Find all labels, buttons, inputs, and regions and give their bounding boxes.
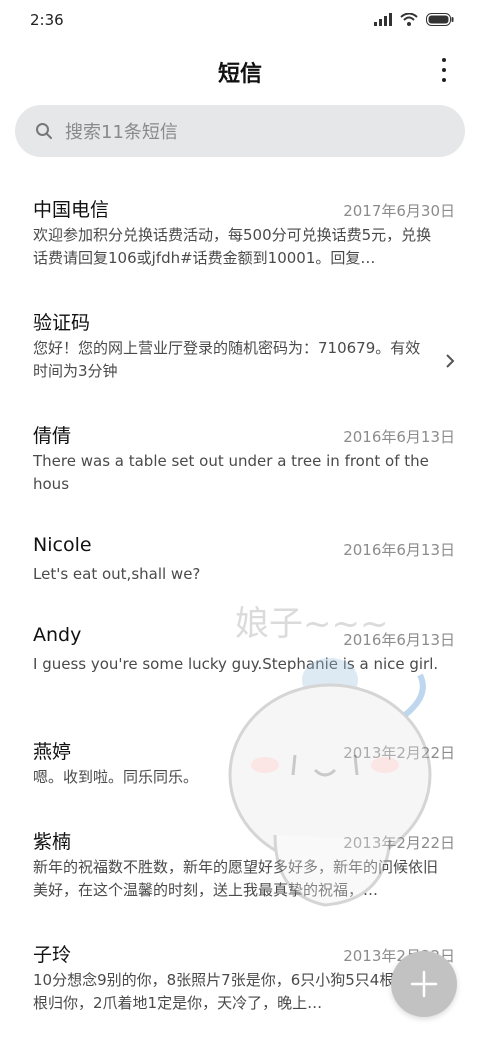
title-bar: 短信	[0, 48, 480, 92]
thread-item[interactable]: Andy 2016年6月13日 I guess you're some luck…	[0, 609, 480, 709]
search-icon	[36, 123, 52, 139]
battery-icon	[426, 13, 454, 26]
thread-preview: There was a table set out under a tree i…	[33, 452, 429, 493]
thread-preview: I guess you're some lucky guy.Stephanie …	[33, 655, 439, 673]
thread-preview: 10分想念9别的你，8张照片7张是你，6只小狗5只4根骨头3根归你，2爪着地1定…	[33, 971, 434, 1012]
thread-sender: 验证码	[33, 312, 91, 334]
thread-item[interactable]: Nicole 2016年6月13日 Let's eat out,shall we…	[0, 519, 480, 619]
plus-icon	[410, 970, 438, 998]
thread-sender: 紫楠	[33, 831, 72, 853]
wifi-icon	[400, 13, 418, 26]
thread-preview: Let's eat out,shall we?	[33, 565, 201, 583]
thread-item[interactable]: 验证码 您好！您的网上营业厅登录的随机密码为：710679。有效时间为3分钟	[0, 293, 480, 393]
thread-item[interactable]: 中国电信 2017年6月30日 欢迎参加积分兑换话费活动，每500分可兑换话费5…	[0, 180, 480, 280]
search-placeholder: 搜索11条短信	[65, 122, 178, 143]
thread-sender: 倩倩	[33, 425, 72, 447]
page-title: 短信	[217, 62, 262, 87]
thread-date: 2013年2月22日	[343, 834, 455, 852]
more-vertical-icon	[442, 58, 446, 62]
signal-icon	[374, 13, 392, 26]
thread-item[interactable]: 倩倩 2016年6月13日 There was a table set out …	[0, 406, 480, 506]
thread-sender: 中国电信	[33, 199, 110, 221]
thread-date: 2013年2月22日	[343, 744, 455, 762]
thread-item[interactable]: 紫楠 2013年2月22日 新年的祝福数不胜数，新年的愿望好多好多，新年的问候依…	[0, 812, 480, 912]
thread-date: 2016年6月13日	[343, 631, 455, 649]
thread-date: 2016年6月13日	[343, 428, 455, 446]
thread-preview: 您好！您的网上营业厅登录的随机密码为：710679。有效时间为3分钟	[33, 339, 421, 380]
thread-sender: Nicole	[33, 534, 92, 556]
thread-sender: 燕婷	[33, 741, 72, 763]
thread-preview: 新年的祝福数不胜数，新年的愿望好多好多，新年的问候依旧美好，在这个温馨的时刻，送…	[33, 858, 439, 899]
thread-item[interactable]: 燕婷 2013年2月22日 嗯。收到啦。同乐同乐。	[0, 722, 480, 822]
thread-preview: 嗯。收到啦。同乐同乐。	[33, 768, 199, 786]
search-bar[interactable]: 搜索11条短信	[15, 105, 465, 157]
thread-date: 2017年6月30日	[343, 202, 455, 220]
thread-sender: Andy	[33, 624, 82, 646]
compose-button[interactable]	[391, 951, 457, 1017]
thread-sender: 子玲	[33, 944, 72, 966]
thread-date: 2016年6月13日	[343, 541, 455, 559]
more-options-button[interactable]	[434, 58, 454, 82]
thread-preview: 欢迎参加积分兑换话费活动，每500分可兑换话费5元，兑换话费请回复106或jfd…	[33, 226, 432, 267]
status-icons	[374, 13, 454, 26]
chevron-right-icon	[446, 354, 455, 368]
status-time: 2:36	[30, 11, 64, 29]
status-bar: 2:36	[0, 0, 480, 40]
